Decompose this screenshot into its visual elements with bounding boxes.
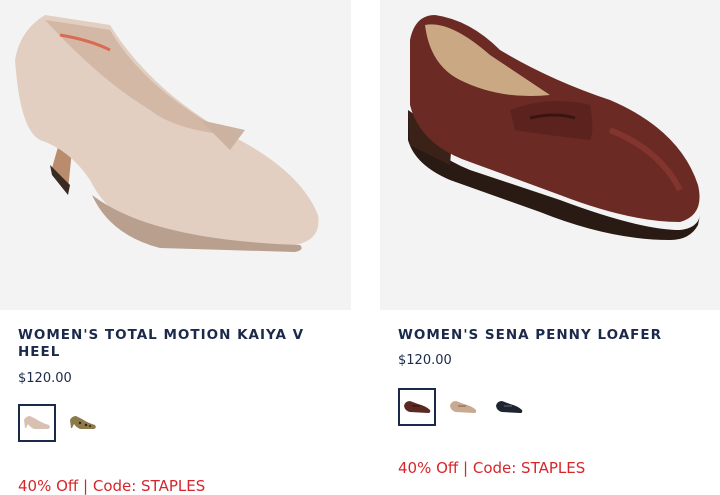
kaiya-heel-image xyxy=(15,15,319,252)
color-swatches xyxy=(398,388,528,426)
color-swatches xyxy=(18,404,102,442)
product-title[interactable]: WOMEN'S SENA PENNY LOAFER xyxy=(398,327,698,344)
product-image[interactable] xyxy=(380,0,720,310)
promo-text: 40% Off | Code: STAPLES xyxy=(18,477,206,495)
swatch-black[interactable] xyxy=(490,388,528,426)
product-title[interactable]: WOMEN'S TOTAL MOTION KAIYA V HEEL xyxy=(18,327,318,361)
swatch-burgundy[interactable] xyxy=(398,388,436,426)
product-price: $120.00 xyxy=(18,371,72,386)
tan-loafer-swatch-icon xyxy=(450,401,477,413)
product-image[interactable] xyxy=(0,0,351,310)
nude-heel-swatch-icon xyxy=(24,416,50,429)
burgundy-loafer-swatch-icon xyxy=(404,401,431,413)
product-card[interactable]: WOMEN'S SENA PENNY LOAFER $120.00 40% Of… xyxy=(380,0,720,495)
leopard-heel-swatch-icon xyxy=(70,416,96,429)
black-loafer-swatch-icon xyxy=(496,401,523,413)
swatch-tan[interactable] xyxy=(444,388,482,426)
product-card[interactable]: WOMEN'S TOTAL MOTION KAIYA V HEEL $120.0… xyxy=(0,0,351,495)
swatch-nude[interactable] xyxy=(18,404,56,442)
product-price: $120.00 xyxy=(398,353,452,368)
swatch-leopard[interactable] xyxy=(64,404,102,442)
sena-loafer-image xyxy=(408,15,700,240)
promo-text: 40% Off | Code: STAPLES xyxy=(398,459,586,477)
